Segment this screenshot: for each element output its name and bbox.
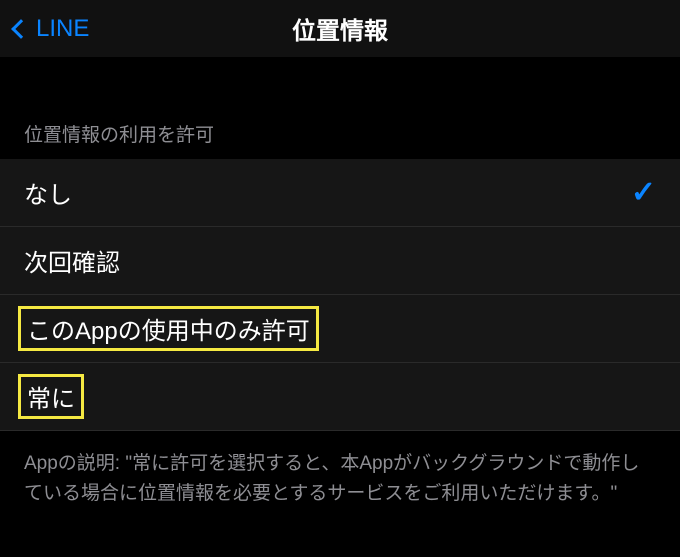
- option-label: 常に: [18, 374, 84, 419]
- option-none[interactable]: なし ✓: [0, 159, 680, 227]
- option-ask-next-time[interactable]: 次回確認: [0, 227, 680, 295]
- footer-description: Appの説明: "常に許可を選択すると、本Appがバックグラウンドで動作している…: [0, 431, 680, 528]
- option-while-using[interactable]: このAppの使用中のみ許可: [0, 295, 680, 363]
- option-label: このAppの使用中のみ許可: [18, 306, 319, 351]
- option-label: なし: [24, 175, 72, 210]
- chevron-left-icon: [11, 19, 31, 39]
- spacer: [0, 58, 680, 106]
- option-label: 次回確認: [24, 243, 120, 278]
- back-button-label: LINE: [36, 15, 89, 43]
- option-always[interactable]: 常に: [0, 363, 680, 431]
- back-button[interactable]: LINE: [0, 15, 89, 43]
- section-header: 位置情報の利用を許可: [0, 106, 680, 159]
- page-title: 位置情報: [292, 11, 388, 46]
- checkmark-icon: ✓: [631, 175, 656, 210]
- navigation-bar: LINE 位置情報: [0, 0, 680, 58]
- options-list: なし ✓ 次回確認 このAppの使用中のみ許可 常に: [0, 159, 680, 431]
